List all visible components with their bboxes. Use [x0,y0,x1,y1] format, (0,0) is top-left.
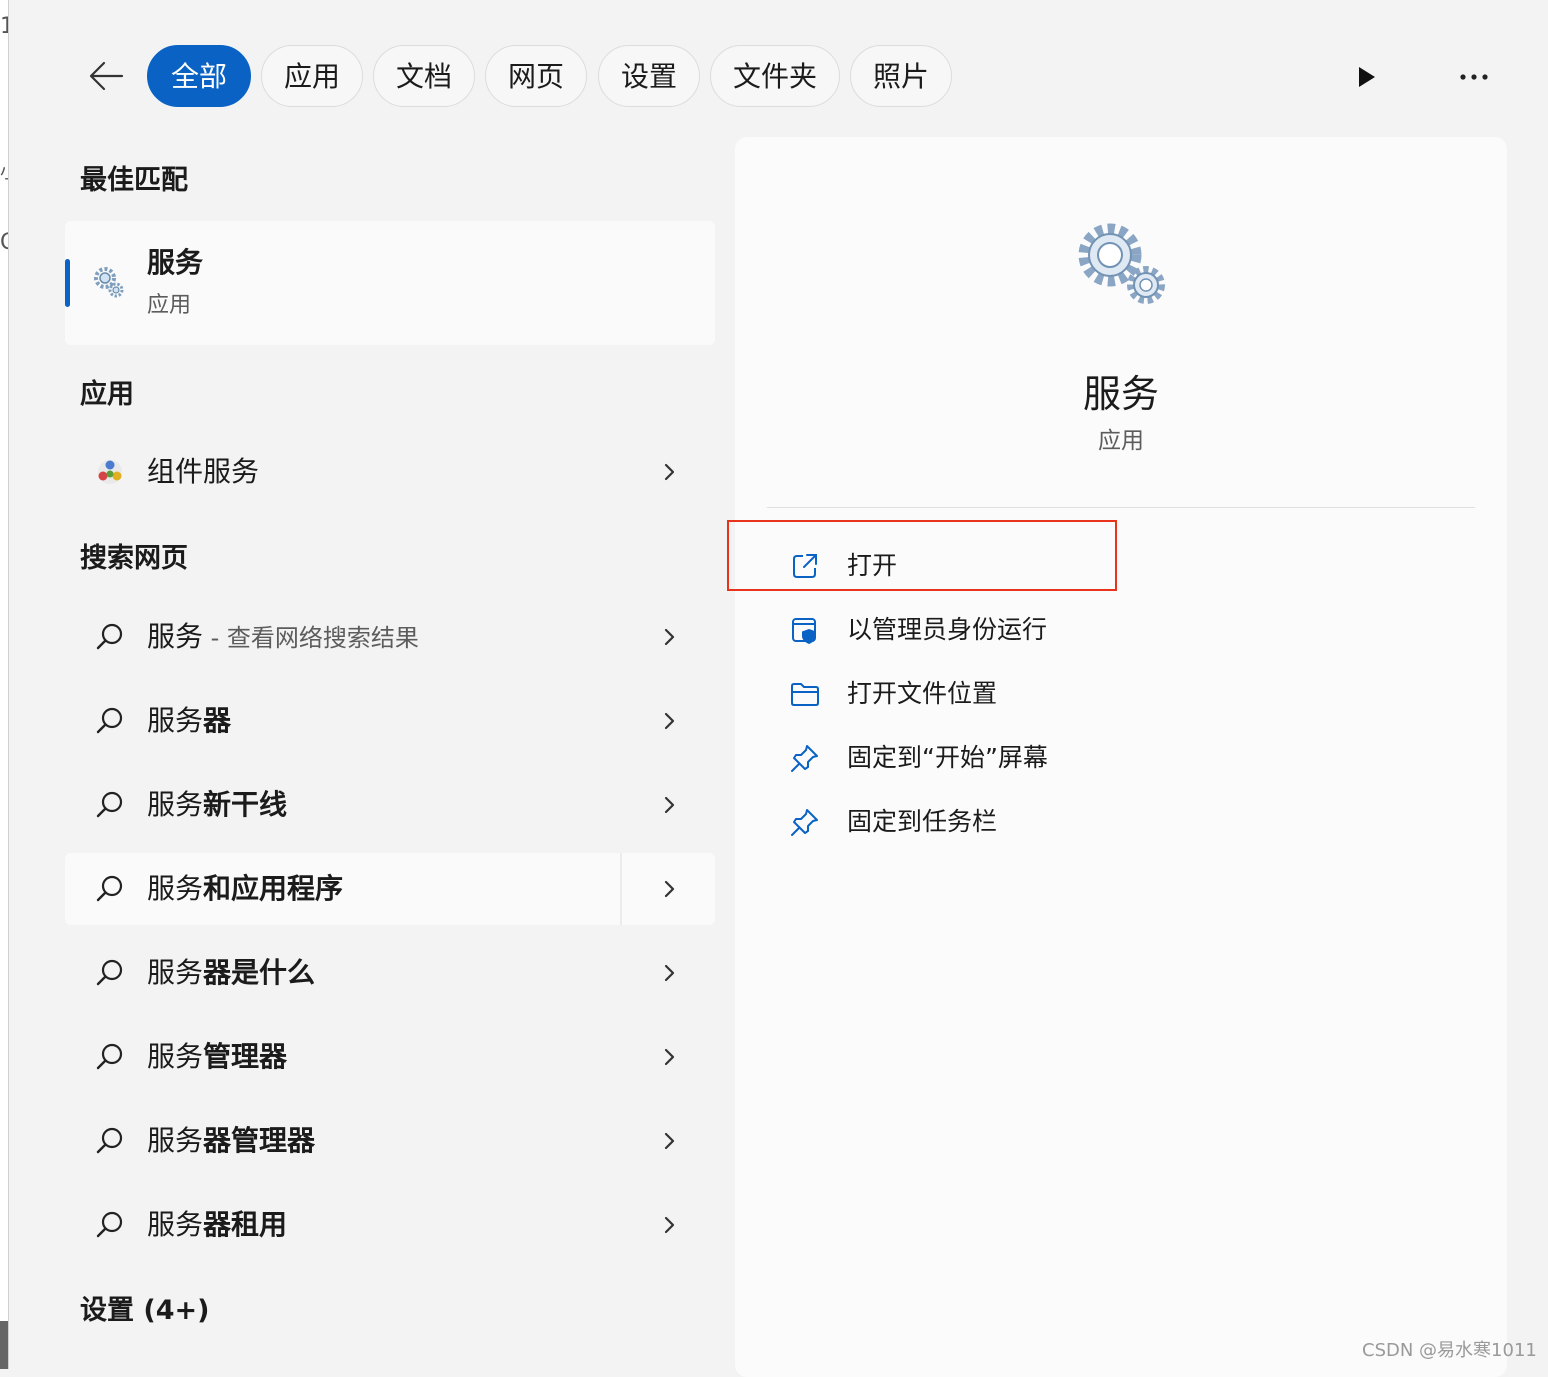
action-label: 以管理员身份运行 [847,615,1048,644]
action-run-as-admin[interactable]: 以管理员身份运行 [785,602,1285,658]
services-gear-icon [94,267,124,298]
edge-fragment: 1 [0,14,8,39]
detail-separator [767,507,1475,508]
web-result-label: 服务新干线 [147,788,288,821]
web-result-row[interactable]: 服务新干线 [65,769,715,841]
search-icon [96,1043,123,1070]
edge-fragment: C [0,230,8,255]
tab-apps[interactable]: 应用 [261,45,363,107]
selection-indicator [65,259,70,307]
web-result-label: 服务和应用程序 [147,872,344,905]
chevron-right-icon[interactable] [655,1043,685,1071]
web-result-row[interactable]: 服务器是什么 [65,937,715,1009]
tab-all[interactable]: 全部 [147,45,251,107]
detail-subtitle: 应用 [1098,428,1144,454]
section-best-match: 最佳匹配 [80,165,188,196]
pin-icon [791,745,818,772]
tab-folders[interactable]: 文件夹 [710,45,840,107]
section-settings[interactable]: 设置 (4+) [80,1288,210,1327]
action-pin-to-taskbar[interactable]: 固定到任务栏 [785,794,1285,850]
app-item-label: 组件服务 [147,455,260,488]
edge-fragment: 小 [0,158,8,184]
web-result-label: 服务器租用 [147,1208,288,1241]
back-arrow-icon [89,61,124,91]
web-result-row[interactable]: 服务器管理器 [65,1105,715,1177]
action-label: 固定到任务栏 [847,807,998,836]
best-match-title: 服务 [147,246,204,279]
tab-documents[interactable]: 文档 [373,45,475,107]
detail-title: 服务 [1082,372,1159,416]
chevron-right-icon[interactable] [655,959,685,987]
shield-admin-icon [792,618,816,644]
chevron-right-icon[interactable] [655,791,685,819]
search-icon [96,875,123,902]
web-result-row[interactable]: 服务器租用 [65,1189,715,1261]
app-item-component-services[interactable]: 组件服务 [65,436,715,508]
best-match-subtitle: 应用 [147,293,192,318]
window-edge: 1 小 C [0,0,9,1369]
search-icon [96,1127,123,1154]
web-result-label: 服务器是什么 [147,956,316,989]
watermark: CSDN @易水寒1011 [1362,1340,1537,1361]
action-label: 打开文件位置 [847,679,998,708]
action-label: 固定到“开始”屏幕 [847,743,1048,772]
section-apps: 应用 [80,379,134,410]
back-button[interactable] [86,56,126,96]
chevron-right-icon[interactable] [655,875,685,903]
edge-block [0,1321,8,1369]
web-result-label: 服务器管理器 [147,1124,316,1157]
web-result-label: 服务管理器 [147,1040,288,1073]
web-result-label: 服务器 [147,704,232,737]
search-icon [96,959,123,986]
web-result-row[interactable]: 服务器 [65,685,715,757]
web-result-label: 服务 - 查看网络搜索结果 [147,620,419,653]
component-services-icon [98,460,122,484]
row-divider [620,853,622,925]
web-result-row[interactable]: 服务 - 查看网络搜索结果 [65,601,715,673]
tab-photos[interactable]: 照片 [850,45,952,107]
chevron-right-icon[interactable] [655,1127,685,1155]
chevron-right-icon[interactable] [655,707,685,735]
search-icon [96,707,123,734]
services-gear-icon [1078,223,1165,304]
pin-icon [791,809,818,836]
best-match-card[interactable]: 服务 应用 [65,221,715,345]
section-web-search: 搜索网页 [80,543,188,574]
detail-panel: 服务 应用 打开 以管理员身份运行 打开文件位置 固定到“开始”屏幕 固定到任务… [735,137,1507,1377]
web-result-row[interactable]: 服务管理器 [65,1021,715,1093]
more-icon [1460,74,1488,80]
folder-icon [791,683,819,706]
action-pin-to-start[interactable]: 固定到“开始”屏幕 [785,730,1285,786]
chevron-right-icon[interactable] [655,623,685,651]
more-options-button[interactable] [1452,62,1496,92]
tab-settings[interactable]: 设置 [598,45,700,107]
play-icon [1359,67,1375,87]
search-icon [96,1211,123,1238]
search-icon [96,623,123,650]
tab-web[interactable]: 网页 [485,45,587,107]
action-open-file-location[interactable]: 打开文件位置 [785,666,1285,722]
chevron-right-icon[interactable] [655,1211,685,1239]
web-result-row[interactable]: 服务和应用程序 [65,853,715,925]
chevron-right-icon [664,463,675,481]
play-button[interactable] [1352,62,1382,92]
highlight-annotation-box [727,520,1117,591]
search-icon [96,791,123,818]
